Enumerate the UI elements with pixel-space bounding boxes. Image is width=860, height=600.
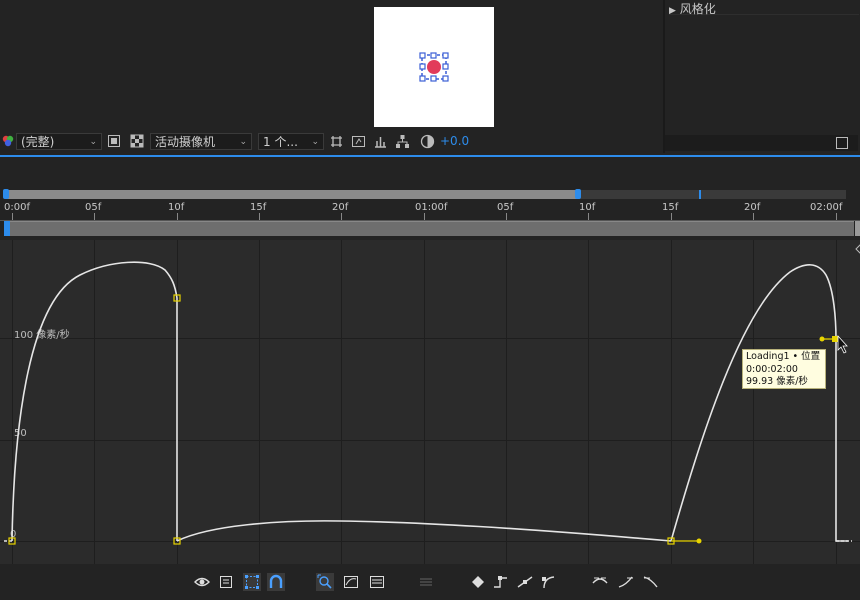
separate-dimensions-icon[interactable] [417, 573, 435, 591]
bezier-handle[interactable] [696, 538, 702, 544]
speed-curve-segment-1 [11, 261, 178, 542]
fit-all-graphs-icon[interactable] [342, 573, 360, 591]
mouse-cursor-icon [837, 334, 848, 354]
easy-ease-icon[interactable] [591, 573, 609, 591]
easy-ease-out-icon[interactable] [642, 573, 660, 591]
speed-curve-segment-3 [670, 264, 848, 542]
transform-box-icon[interactable] [243, 573, 261, 591]
speed-curve[interactable] [11, 261, 848, 542]
selected-keyframe-marker[interactable] [832, 336, 838, 342]
bezier-handle[interactable] [819, 336, 825, 342]
zoom-fit-selection-icon[interactable] [316, 573, 334, 591]
edit-keyframe-icon[interactable] [469, 573, 487, 591]
speed-curve-segment-2 [176, 520, 672, 542]
eye-icon[interactable] [193, 573, 211, 591]
graph-options-icon[interactable] [218, 573, 236, 591]
linear-keyframe-icon[interactable] [516, 573, 534, 591]
playhead-icon[interactable] [855, 244, 860, 254]
tooltip-time: 0:00:02:00 [746, 363, 798, 375]
auto-bezier-icon[interactable] [540, 573, 558, 591]
auto-zoom-height-icon[interactable] [368, 573, 386, 591]
hold-keyframe-icon[interactable] [492, 573, 510, 591]
speed-graph-svg [4, 244, 860, 545]
snap-magnet-icon[interactable] [267, 573, 285, 591]
tooltip-value: 99.93 像素/秒 [746, 376, 808, 387]
keyframe-tooltip: Loading1 • 位置 0:00:02:00 99.93 像素/秒 [742, 349, 826, 389]
easy-ease-in-icon[interactable] [617, 573, 635, 591]
tooltip-layer-property: Loading1 • 位置 [746, 351, 821, 362]
